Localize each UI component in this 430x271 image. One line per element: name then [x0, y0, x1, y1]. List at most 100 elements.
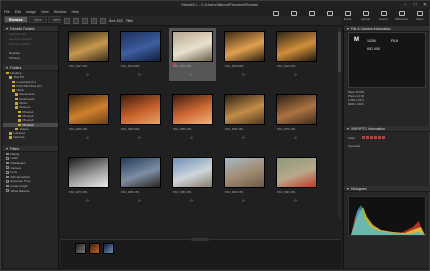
checkbox-icon[interactable] [6, 157, 9, 160]
thumbnail[interactable]: DSC_0007.JPG ⟳ [65, 28, 112, 81]
minimize-button[interactable]: – [401, 2, 409, 8]
thumbnail-image[interactable] [276, 157, 317, 188]
label-dot[interactable] [366, 136, 369, 139]
list-view-icon[interactable] [73, 17, 79, 24]
maximize-button[interactable]: □ [411, 2, 419, 8]
filmstrip-toggle[interactable]: ⌃ [191, 238, 209, 241]
thumbnail-image[interactable] [68, 157, 109, 188]
rotate-icon[interactable]: ⟳ [242, 73, 245, 77]
thumbnail-image[interactable] [68, 94, 109, 125]
rotate-icon[interactable]: ⟳ [86, 136, 89, 140]
thumbnail-image[interactable] [172, 31, 213, 62]
email-button[interactable]: Email [340, 10, 355, 24]
xmp-iptc-header[interactable]: XMP/IPTC Information [344, 126, 430, 132]
filmstrip-thumbnail[interactable] [75, 243, 86, 254]
thumbnail-image[interactable] [276, 94, 317, 125]
checkbox-icon[interactable] [6, 161, 9, 165]
thumbnail[interactable]: DSC_0079.JPG ⟳ [65, 154, 112, 207]
histogram [348, 196, 426, 236]
rotate-icon[interactable]: ⟳ [294, 73, 297, 77]
rotate-icon[interactable]: ⟳ [138, 73, 141, 77]
thumbnail[interactable]: DSC_0090.JPG ⟳ [221, 154, 268, 207]
thumbnail-image[interactable] [120, 157, 161, 188]
rotate-icon[interactable]: ⟳ [242, 199, 245, 203]
thumbnail-image[interactable] [120, 94, 161, 125]
folder-icon [18, 110, 21, 114]
upload-button[interactable]: Upload [358, 10, 373, 24]
menu-edit[interactable]: Edit [15, 9, 21, 16]
thumbnail[interactable]: DSC_0078.JPG ⟳ [273, 91, 320, 144]
thumbnail[interactable]: DSC_0012.NEF ⟳ [117, 28, 164, 81]
favorite-folders-header[interactable]: Favorite Folders [3, 26, 58, 32]
histogram-header[interactable]: Histogram [344, 186, 430, 192]
rotate-icon[interactable]: ⟳ [242, 136, 245, 140]
checkbox-icon[interactable] [6, 166, 9, 169]
thumbnail[interactable]: DSC_0086.JPG ⟳ [169, 154, 216, 207]
rotate-icon[interactable]: ⟳ [190, 73, 193, 77]
thumbnail-image[interactable] [120, 31, 161, 62]
grid-view-icon[interactable] [64, 17, 70, 24]
scrollbar-thumb[interactable] [338, 32, 341, 72]
compare-view-icon[interactable] [91, 17, 97, 24]
checkbox-icon[interactable] [6, 152, 9, 156]
thumbnail-filename: DSC_0079.JPG [69, 191, 88, 194]
adjust-button[interactable]: Adjust [412, 10, 427, 24]
filter-dropdown[interactable]: Filter [126, 19, 133, 23]
thumbnail[interactable]: DSC_0094.JPG ⟳ [273, 154, 320, 207]
checkbox-icon[interactable] [6, 189, 9, 192]
sort-dropdown[interactable]: Sort: ASC [109, 19, 123, 23]
thumbnail[interactable]: DSC_0060.JPG ⟳ [221, 91, 268, 144]
menu-help[interactable]: Help [72, 9, 79, 16]
thumbnail-image[interactable] [172, 94, 213, 125]
thumbnail-image[interactable] [276, 31, 317, 62]
menu-view[interactable]: View [41, 9, 49, 16]
checkbox-icon[interactable] [6, 175, 9, 179]
rotate-icon[interactable]: ⟳ [138, 199, 141, 203]
tab-browse[interactable]: Browse [4, 16, 28, 23]
filters-header[interactable]: Filters [3, 145, 58, 152]
tree-item[interactable]: Network [3, 135, 58, 139]
rotate-icon[interactable]: ⟳ [294, 136, 297, 140]
thumbnail-image[interactable] [172, 157, 213, 188]
menu-file[interactable]: File [4, 9, 10, 16]
checkbox-icon[interactable] [6, 180, 9, 183]
thumbnail-image[interactable] [224, 157, 265, 188]
thumbnail[interactable]: DSC_0045.JPG ⟳ [273, 28, 320, 81]
thumbnail[interactable]: DSC_0050.NEF ⟳ [117, 91, 164, 144]
rotate-icon[interactable]: ⟳ [86, 199, 89, 203]
label-selector[interactable] [362, 136, 385, 139]
export-button[interactable]: Export [376, 10, 391, 24]
label-dot[interactable] [370, 136, 373, 139]
rotate-icon[interactable]: ⟳ [138, 136, 141, 140]
thumbnail-image[interactable] [224, 31, 265, 62]
rotate-icon[interactable]: ⟳ [86, 73, 89, 77]
thumbnail[interactable]: DSC_0013.JPG ⟳ [169, 28, 216, 81]
thumbnail[interactable]: DSC_0034.NEF ⟳ [221, 28, 268, 81]
rotate-icon[interactable]: ⟳ [190, 136, 193, 140]
thumbnail[interactable]: DSC_0055.JPG ⟳ [169, 91, 216, 144]
menu-image[interactable]: Image [26, 9, 36, 16]
folder-icon [6, 71, 9, 75]
checkbox-icon[interactable] [6, 184, 9, 188]
rotate-icon[interactable]: ⟳ [190, 199, 193, 203]
filmstrip-thumbnail[interactable] [103, 243, 114, 254]
label-dot[interactable] [382, 136, 385, 139]
rotate-icon[interactable]: ⟳ [294, 199, 297, 203]
menu-window[interactable]: Window [54, 9, 67, 16]
thumbnail-image[interactable] [68, 31, 109, 62]
thumbnail[interactable]: DSC_0080.JPG ⟳ [117, 154, 164, 207]
close-button[interactable]: ✕ [421, 2, 429, 8]
thumbnail-size-icon[interactable] [100, 17, 106, 24]
checkbox-icon[interactable] [6, 171, 9, 174]
label-dot[interactable] [378, 136, 381, 139]
thumbnail[interactable]: DSC_0048.JPG ⟳ [65, 91, 112, 144]
thumbnail-image[interactable] [224, 94, 265, 125]
slideshow-button[interactable]: Slideshow [394, 10, 409, 24]
vertical-scrollbar[interactable] [338, 28, 341, 218]
tab-view[interactable]: View [28, 16, 47, 23]
filter-item[interactable]: White Balance [3, 189, 58, 194]
filmstrip-thumbnail[interactable] [89, 243, 100, 254]
label-dot[interactable] [374, 136, 377, 139]
image-view-icon[interactable] [82, 17, 88, 24]
label-dot[interactable] [362, 136, 365, 139]
